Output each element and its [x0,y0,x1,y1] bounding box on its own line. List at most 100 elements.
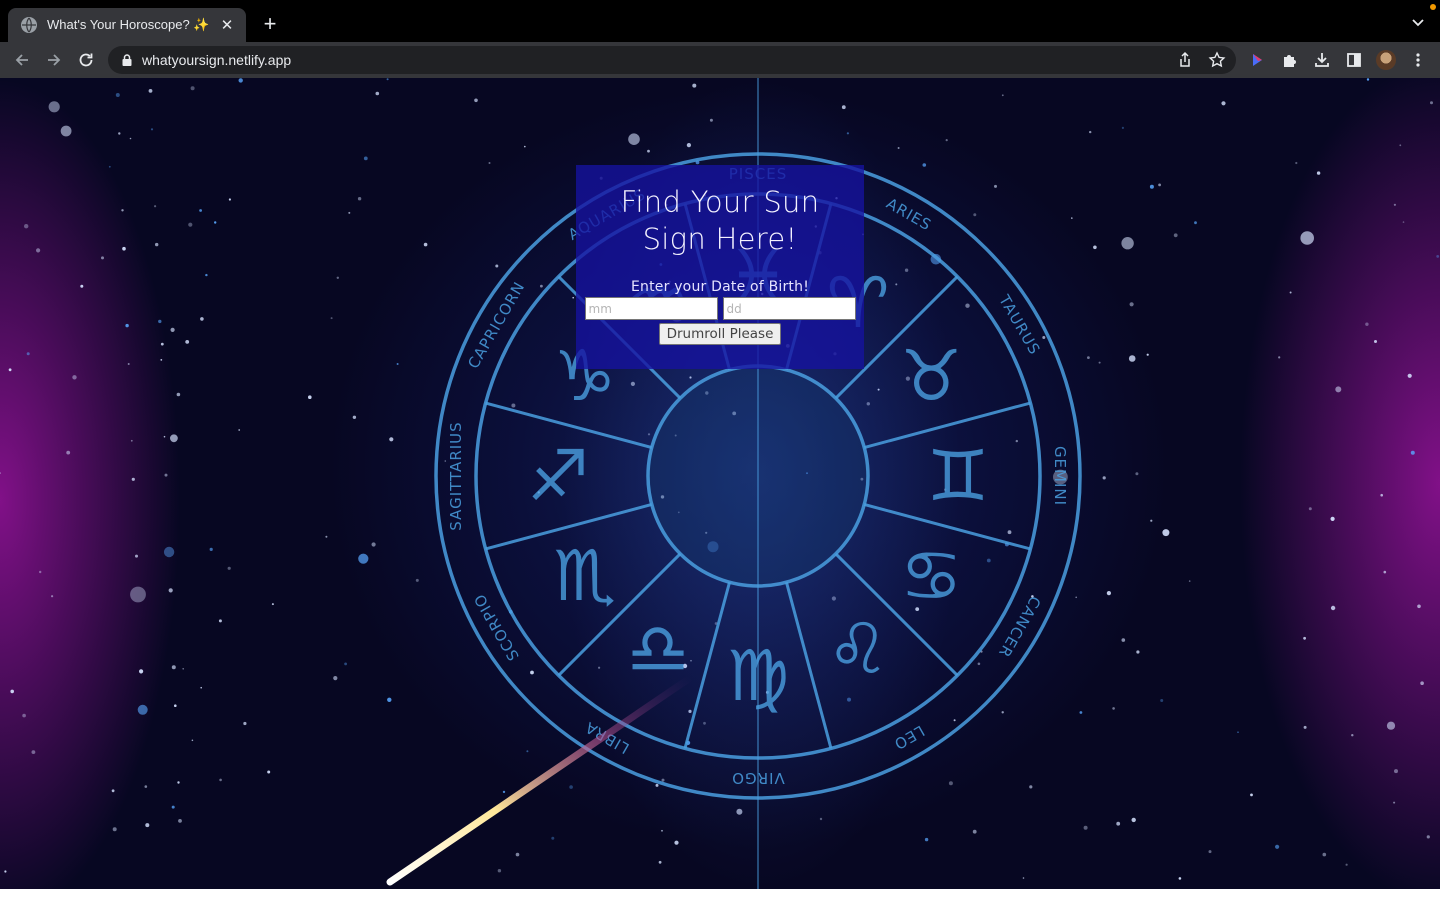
tab-search-chevron-icon[interactable] [1410,14,1426,30]
download-icon [1315,53,1329,67]
star [1426,835,1430,839]
menu-button[interactable] [1406,48,1430,72]
side-panel-button[interactable] [1342,48,1366,72]
page-bottom-edge [0,889,1440,900]
extension-cursor-button[interactable] [1245,48,1269,72]
star [127,363,130,365]
star [1289,291,1292,294]
star [135,554,138,558]
dob-label: Enter your Date of Birth! [630,279,810,295]
browser-tab[interactable]: What's Your Horoscope? ✨ ✕ [8,8,246,42]
zodiac-glyph: ♉ [900,335,963,417]
star [144,785,148,788]
star [1383,570,1387,574]
tab-strip: What's Your Horoscope? ✨ ✕ + [0,0,1440,42]
star [1335,386,1342,393]
star [1121,237,1134,250]
star [177,781,180,784]
star [227,566,231,570]
zodiac-glyph: ♏ [553,535,616,617]
star-icon[interactable] [1208,51,1226,69]
star [1399,144,1402,147]
star [1098,361,1101,364]
star [160,342,164,346]
star [66,450,71,455]
share-icon[interactable] [1176,51,1194,69]
star [502,790,506,794]
downloads-button[interactable] [1310,48,1334,72]
back-button[interactable] [10,48,34,72]
star [1351,734,1354,737]
star [977,662,981,666]
star [209,547,213,551]
star [1007,530,1012,535]
star [1015,439,1018,443]
star [0,472,1,474]
zodiac-sign-name: GEMINI [1051,446,1069,506]
star [371,542,376,547]
star [530,670,534,675]
address-bar[interactable]: whatyoursign.netlify.app [108,46,1236,74]
star [1131,817,1136,823]
drumroll-submit-button[interactable]: Drumroll Please [658,323,782,345]
star [176,392,181,397]
star [423,242,428,247]
star [190,86,195,91]
star [1436,255,1440,258]
profile-avatar[interactable] [1376,50,1396,70]
zodiac-glyph: ♌ [827,608,890,690]
star [540,284,543,288]
star [1149,184,1154,189]
star [4,870,7,873]
star [497,869,502,873]
star [191,739,194,742]
star [1330,605,1336,611]
star [1173,233,1178,238]
forward-button[interactable] [42,48,66,72]
star [1345,863,1348,866]
new-tab-button[interactable]: + [258,13,282,37]
star [363,156,368,161]
star [551,836,555,840]
star [238,78,243,83]
star [182,668,184,670]
star [358,553,369,564]
star [137,704,148,715]
star [171,805,175,809]
star [444,460,447,462]
star [24,224,29,229]
star [1162,529,1170,537]
tab-close-icon[interactable]: ✕ [218,16,236,34]
reload-button[interactable] [74,48,98,72]
star [994,184,997,188]
star [1029,785,1033,789]
star [1150,519,1153,522]
star [415,578,419,582]
star [515,852,520,857]
star [1295,161,1298,165]
sun-sign-form-card: Find Your Sun Sign Here! Enter your Date… [576,165,864,369]
star [1022,877,1025,879]
browser-toolbar: whatyoursign.netlify.app [0,42,1440,78]
star [200,686,202,689]
day-input[interactable] [722,297,856,320]
star [171,665,176,670]
star [1178,877,1182,880]
lock-icon [122,54,132,66]
star [1430,101,1433,105]
star [164,473,168,477]
star [1146,353,1149,356]
star [1221,101,1226,106]
star [271,603,274,606]
star [160,359,163,361]
star [170,327,175,332]
star [1121,126,1124,129]
star [1386,721,1396,730]
star [1128,355,1136,362]
month-input[interactable] [584,297,718,320]
star [325,535,328,538]
extensions-button[interactable] [1278,48,1302,72]
star [389,437,394,442]
star [1410,450,1415,455]
star [158,319,162,324]
